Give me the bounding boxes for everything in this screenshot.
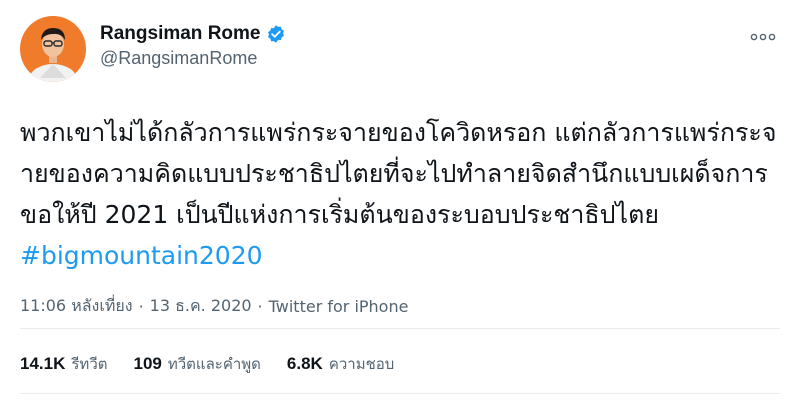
author-display-name[interactable]: Rangsiman Rome xyxy=(100,23,260,45)
author-handle[interactable]: @RangsimanRome xyxy=(100,48,286,69)
tweet-card: Rangsiman Rome @RangsimanRome พวกเขาไม่ไ… xyxy=(0,0,800,402)
tweet-body: พวกเขาไม่ได้กลัวการแพร่กระจายของโควิดหรอ… xyxy=(20,118,777,229)
more-horizontal-icon xyxy=(750,33,776,41)
author-name-row[interactable]: Rangsiman Rome xyxy=(100,23,286,45)
retweets-count: 14.1K xyxy=(20,354,66,373)
tweet-date[interactable]: 13 ธ.ค. 2020 xyxy=(150,294,252,319)
tweet-time[interactable]: 11:06 หลังเที่ยง xyxy=(20,294,133,319)
tweet-stats: 14.1K รีทวีต 109 ทวีตและคำพูด 6.8K ความช… xyxy=(20,352,394,376)
quotes-count: 109 xyxy=(133,354,162,373)
quotes-stat[interactable]: 109 ทวีตและคำพูด xyxy=(133,352,260,376)
hashtag-link[interactable]: #bigmountain2020 xyxy=(20,241,263,270)
avatar[interactable] xyxy=(20,16,86,82)
tweet-source[interactable]: Twitter for iPhone xyxy=(269,297,409,316)
tweet-text: พวกเขาไม่ได้กลัวการแพร่กระจายของโควิดหรอ… xyxy=(20,112,780,276)
tweet-header: Rangsiman Rome @RangsimanRome xyxy=(20,16,780,82)
likes-stat[interactable]: 6.8K ความชอบ xyxy=(287,352,394,376)
likes-label: ความชอบ xyxy=(328,355,395,373)
tweet-meta: 11:06 หลังเที่ยง · 13 ธ.ค. 2020 · Twitte… xyxy=(20,294,780,319)
quotes-label: ทวีตและคำพูด xyxy=(167,355,261,373)
retweets-stat[interactable]: 14.1K รีทวีต xyxy=(20,352,107,376)
verified-badge-icon xyxy=(266,24,286,44)
divider-bottom xyxy=(20,393,780,394)
meta-separator-2: · xyxy=(257,297,263,316)
more-options-button[interactable] xyxy=(746,26,780,48)
author-identity: Rangsiman Rome @RangsimanRome xyxy=(100,16,286,69)
divider xyxy=(20,328,780,329)
meta-separator: · xyxy=(138,297,144,316)
retweets-label: รีทวีต xyxy=(71,355,108,373)
likes-count: 6.8K xyxy=(286,354,323,373)
